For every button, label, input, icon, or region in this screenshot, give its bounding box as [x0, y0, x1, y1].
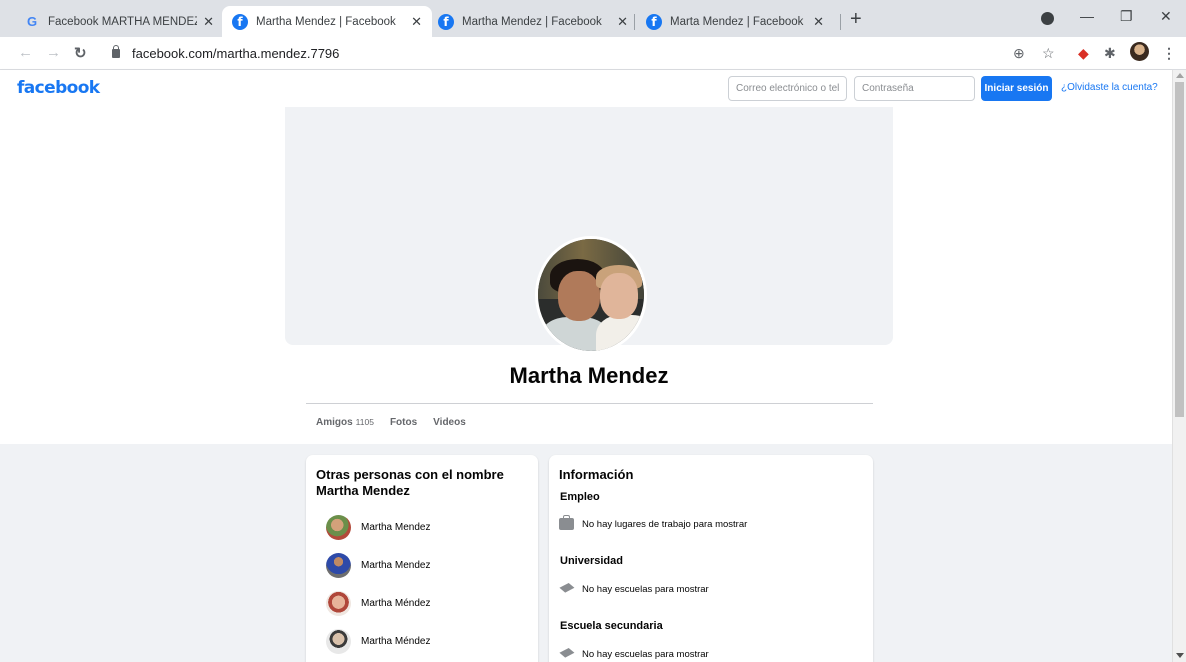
- tab-title: Martha Mendez | Facebook: [256, 15, 396, 28]
- avatar: [326, 515, 351, 540]
- avatar: [326, 591, 351, 616]
- lock-icon: [112, 45, 120, 58]
- tab-friends[interactable]: Amigos 1105: [316, 417, 374, 428]
- scroll-up-icon[interactable]: [1176, 73, 1184, 78]
- person-name: Martha Mendez: [361, 560, 431, 571]
- browser-tab[interactable]: f Martha Mendez | Facebook ✕: [428, 6, 638, 37]
- graduation-cap-icon: [557, 583, 576, 595]
- close-tab-icon[interactable]: ✕: [813, 14, 824, 30]
- tab-photos[interactable]: Fotos: [390, 417, 417, 428]
- friends-count: 1105: [355, 417, 374, 427]
- info-row: No hay escuelas para mostrar: [559, 648, 709, 660]
- avatar: [326, 553, 351, 578]
- browser-tab-active[interactable]: f Martha Mendez | Facebook ✕: [222, 6, 432, 37]
- profile-icon[interactable]: [1041, 12, 1054, 25]
- facebook-icon: f: [438, 13, 454, 30]
- page-scrollbar[interactable]: [1172, 70, 1186, 662]
- login-button[interactable]: Iniciar sesión: [981, 76, 1052, 101]
- others-same-name-card: Otras personas con el nombre Martha Mend…: [306, 455, 538, 662]
- briefcase-icon: [559, 515, 574, 530]
- person-name: Martha Mendez: [361, 522, 431, 533]
- scrollbar-thumb[interactable]: [1175, 82, 1184, 417]
- browser-tab[interactable]: f Marta Mendez | Facebook ✕: [636, 6, 834, 37]
- menu-dots-icon[interactable]: ⋮: [1162, 45, 1176, 62]
- card-title: Otras personas con el nombre Martha Mend…: [316, 467, 504, 498]
- tab-title: Marta Mendez | Facebook: [670, 15, 804, 28]
- info-text: No hay escuelas para mostrar: [582, 648, 709, 660]
- profile-header: Martha Mendez Amigos 1105 Fotos Videos: [0, 107, 1172, 444]
- card-title: Información: [559, 467, 634, 482]
- person-name: Martha Méndez: [361, 636, 431, 647]
- url-text: facebook.com/martha.mendez.7796: [132, 46, 340, 61]
- list-item[interactable]: Martha Méndez: [326, 629, 430, 654]
- person-name: Martha Méndez: [361, 598, 431, 609]
- url-field[interactable]: facebook.com/martha.mendez.7796: [100, 41, 985, 66]
- facebook-icon: f: [646, 13, 662, 30]
- list-item[interactable]: Martha Mendez: [326, 553, 430, 578]
- forgot-account-link[interactable]: ¿Olvidaste la cuenta?: [1061, 82, 1158, 93]
- facebook-logo[interactable]: facebook: [17, 78, 100, 98]
- close-tab-icon[interactable]: ✕: [411, 14, 422, 30]
- profile-name: Martha Mendez: [509, 363, 669, 388]
- info-text: No hay lugares de trabajo para mostrar: [582, 518, 748, 530]
- info-row: No hay lugares de trabajo para mostrar: [559, 515, 748, 530]
- puzzle-extensions-icon[interactable]: ✱: [1104, 45, 1116, 62]
- close-window-icon[interactable]: ✕: [1160, 8, 1172, 25]
- info-card: Información Empleo No hay lugares de tra…: [549, 455, 873, 662]
- tab-separator: [840, 14, 841, 30]
- bookmark-star-icon[interactable]: ☆: [1042, 45, 1055, 62]
- list-item[interactable]: Martha Mendez: [326, 515, 430, 540]
- address-bar-row: ← → ↻ facebook.com/martha.mendez.7796 ⊕ …: [0, 37, 1186, 70]
- profile-picture[interactable]: [535, 236, 647, 354]
- section-label-high-school: Escuela secundaria: [560, 620, 663, 632]
- section-label-university: Universidad: [560, 555, 623, 567]
- info-text: No hay escuelas para mostrar: [582, 583, 709, 595]
- close-tab-icon[interactable]: ✕: [203, 14, 214, 30]
- close-tab-icon[interactable]: ✕: [617, 14, 628, 30]
- zoom-icon[interactable]: ⊕: [1013, 45, 1025, 62]
- facebook-icon: f: [232, 13, 248, 30]
- browser-tab[interactable]: G Facebook MARTHA MENDEZ SO ✕: [14, 6, 224, 37]
- forward-icon[interactable]: →: [46, 44, 61, 61]
- tab-title: Martha Mendez | Facebook: [462, 15, 602, 28]
- restore-icon[interactable]: ❐: [1120, 8, 1133, 25]
- password-input[interactable]: [854, 76, 975, 101]
- section-label-employment: Empleo: [560, 491, 600, 503]
- browser-tab-bar: G Facebook MARTHA MENDEZ SO ✕ f Martha M…: [0, 0, 1186, 37]
- google-icon: G: [26, 14, 38, 29]
- email-input[interactable]: [728, 76, 847, 101]
- graduation-cap-icon: [557, 648, 576, 660]
- info-row: No hay escuelas para mostrar: [559, 583, 709, 595]
- tab-title: Facebook MARTHA MENDEZ SO: [48, 15, 198, 28]
- avatar: [326, 629, 351, 654]
- extension-icon[interactable]: ◆: [1078, 45, 1089, 62]
- divider: [306, 403, 873, 404]
- list-item[interactable]: Martha Méndez: [326, 591, 430, 616]
- reload-icon[interactable]: ↻: [74, 44, 87, 62]
- profile-tabs: Amigos 1105 Fotos Videos: [316, 417, 466, 428]
- account-avatar[interactable]: [1130, 42, 1149, 61]
- facebook-header: facebook Iniciar sesión ¿Olvidaste la cu…: [0, 70, 1172, 107]
- scroll-down-icon[interactable]: [1176, 653, 1184, 658]
- back-icon[interactable]: ←: [18, 44, 33, 61]
- tab-separator: [634, 14, 635, 30]
- new-tab-icon[interactable]: +: [850, 9, 862, 29]
- minimize-icon[interactable]: —: [1080, 8, 1094, 24]
- tab-videos[interactable]: Videos: [433, 417, 466, 428]
